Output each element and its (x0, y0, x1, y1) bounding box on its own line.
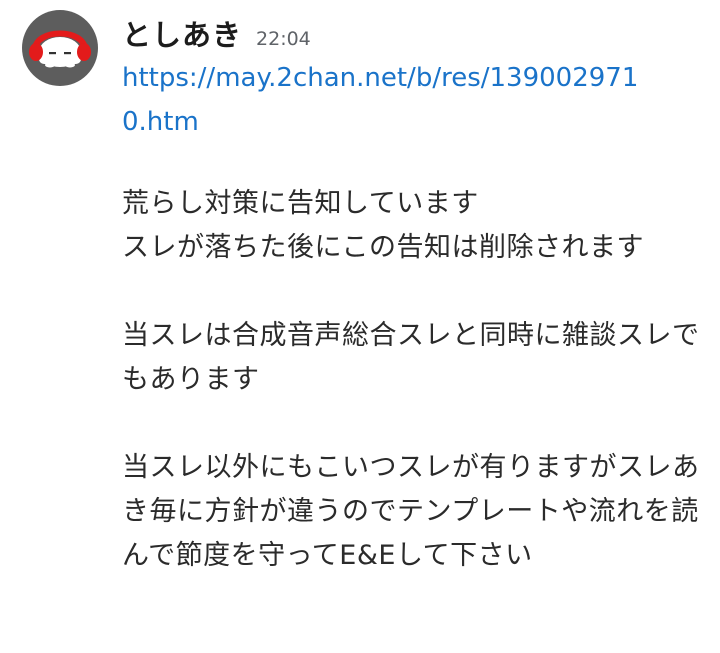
message-paragraph-1: 荒らし対策に告知しています スレが落ちた後にこの告知は削除されます (122, 188, 644, 263)
headphones-character-icon (29, 30, 91, 68)
message-paragraph-3: 当スレ以外にもこいつスレが有りますがスレあき毎に方針が違うのでテンプレートや流れ… (122, 452, 700, 571)
chat-message: としあき 22:04 https://may.2chan.net/b/res/1… (0, 0, 720, 653)
message-body: 荒らし対策に告知しています スレが落ちた後にこの告知は削除されます 当スレは合成… (122, 182, 702, 578)
thread-link[interactable]: https://may.2chan.net/b/res/1390029710.h… (122, 56, 662, 144)
message-paragraph-2: 当スレは合成音声総合スレと同時に雑談スレでもあります (122, 320, 700, 395)
author-name[interactable]: としあき (122, 12, 242, 54)
message-header: としあき 22:04 (122, 12, 311, 56)
message-timestamp: 22:04 (256, 28, 311, 50)
avatar[interactable] (22, 10, 98, 86)
